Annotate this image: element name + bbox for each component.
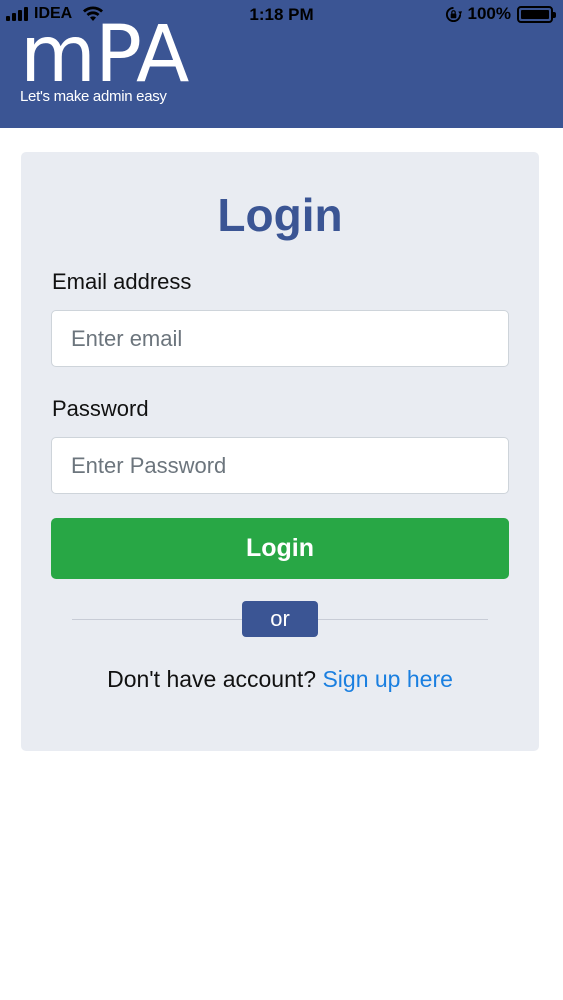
email-label: Email address [52,269,192,294]
logo-tagline: Let's make admin easy [20,88,167,105]
logo-text: mPA [20,10,189,100]
signup-link[interactable]: Sign up here [322,666,452,692]
password-input[interactable] [51,437,509,494]
email-input[interactable] [51,310,509,367]
login-card: Login Email address Password Login or Do… [21,152,539,751]
password-label: Password [52,396,149,421]
login-title: Login [217,189,343,241]
app-header: IDEA 1:18 PM 100% mPA Let's make admin e… [0,0,563,128]
signup-prompt: Don't have account? Sign up here [21,666,539,693]
battery-icon [517,5,556,23]
rotation-lock-icon [445,6,462,22]
or-divider-badge: or [242,601,318,637]
status-right: 100% [445,4,556,24]
battery-percent: 100% [467,4,511,23]
brand-logo: mPA Let's make admin easy [20,10,189,105]
login-button[interactable]: Login [51,518,509,579]
signup-prompt-text: Don't have account? [107,666,323,692]
